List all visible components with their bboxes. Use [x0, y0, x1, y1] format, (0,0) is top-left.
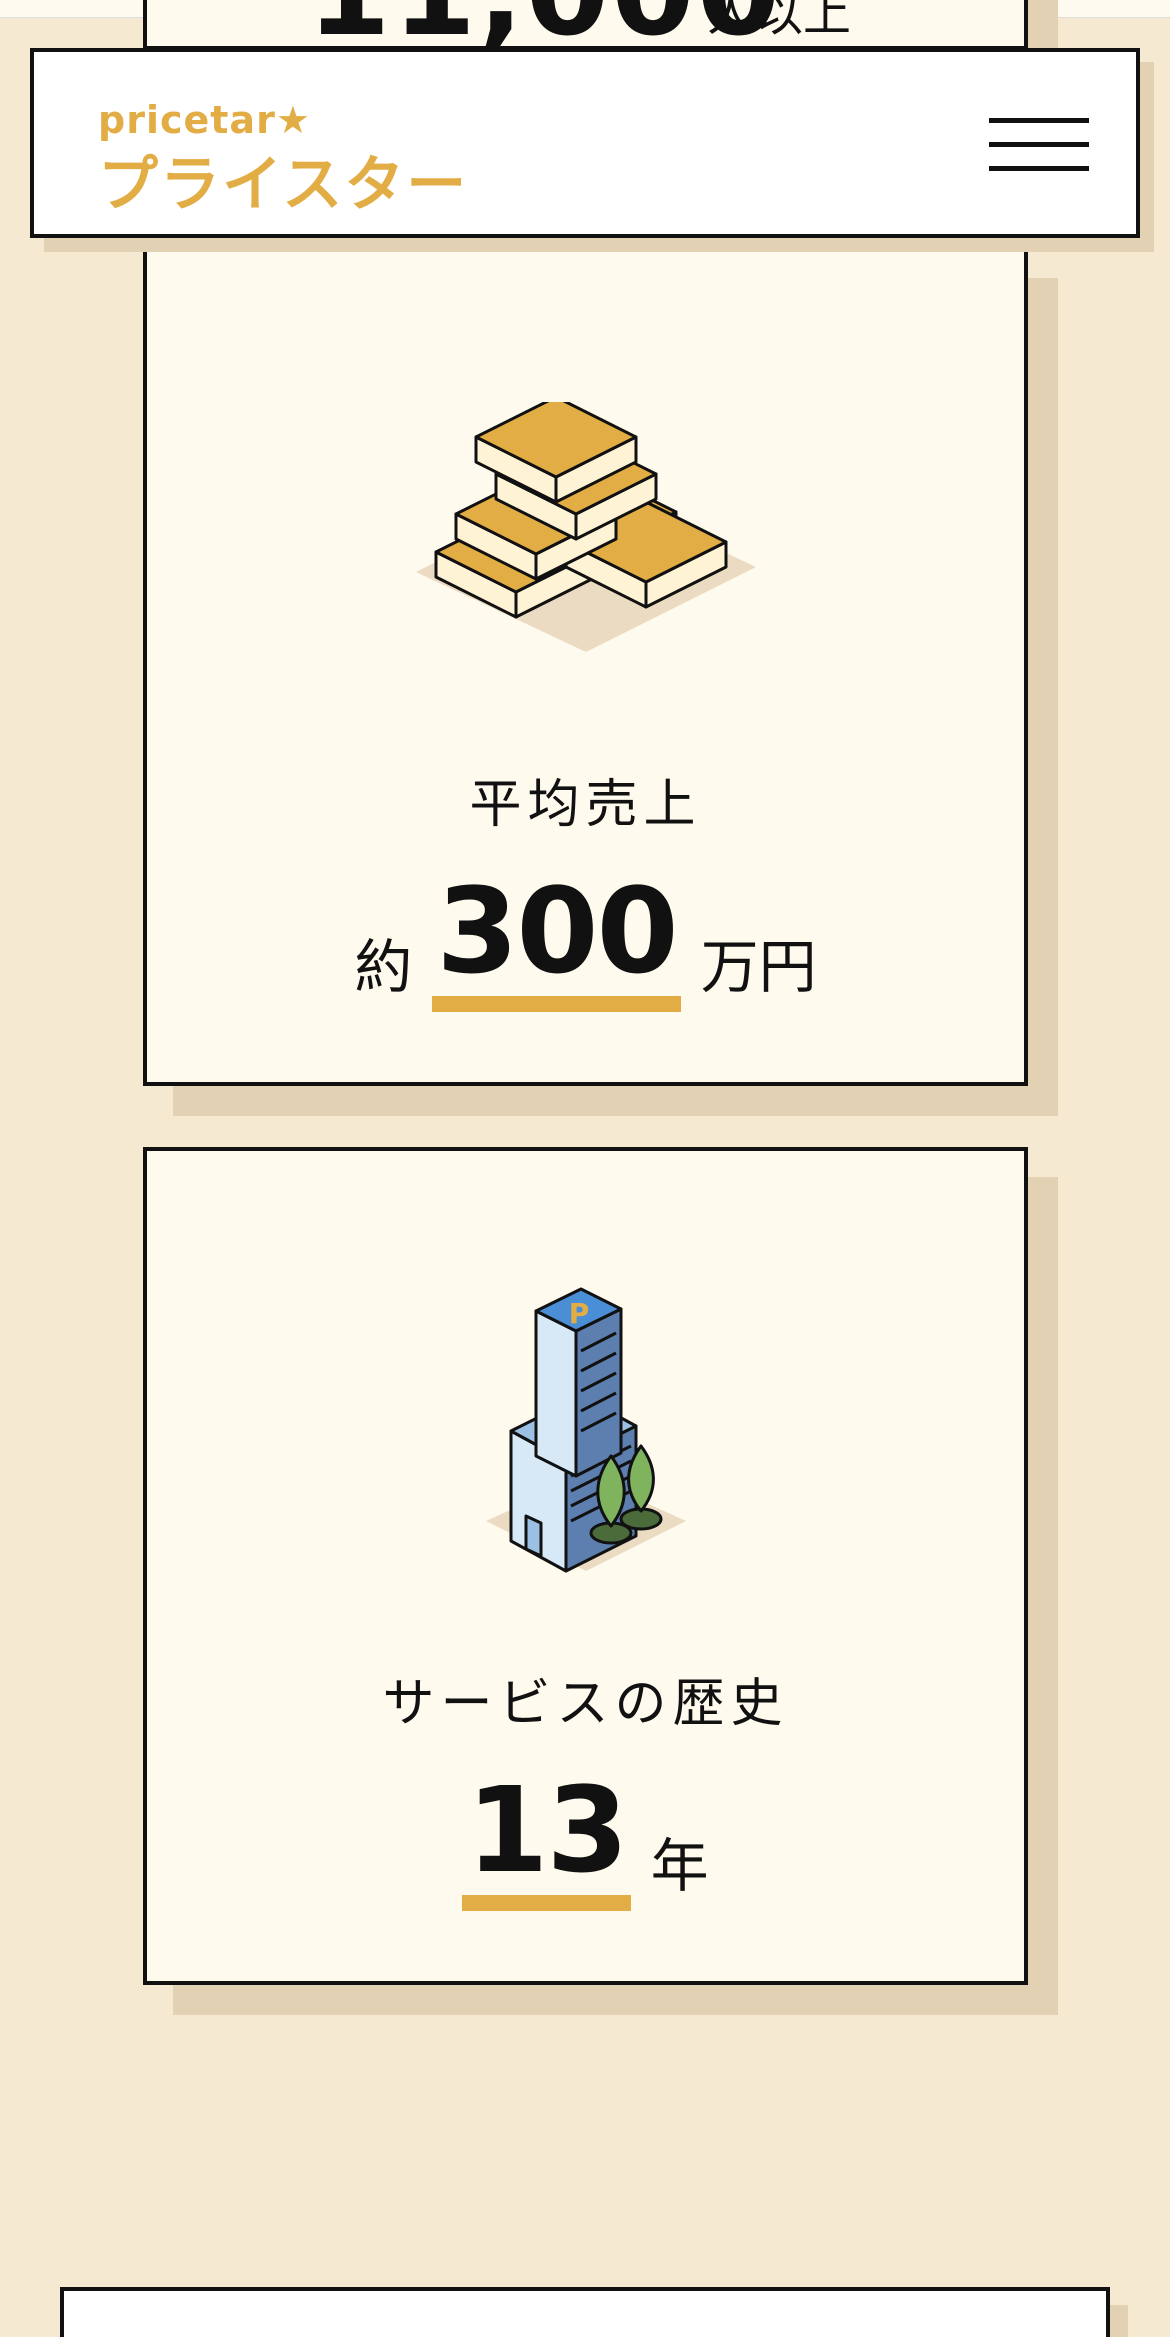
- stat-card-average-sales: 平均売上 約 300 万円: [143, 248, 1028, 1086]
- stat-card-users-partial: 11,000 人以上: [143, 0, 1028, 50]
- hamburger-menu-icon[interactable]: [989, 116, 1089, 176]
- money-stack-icon: [415, 402, 756, 652]
- stat-label: 平均売上: [469, 775, 702, 835]
- stat-value-row: 約 300 万円: [147, 872, 1024, 1012]
- stat-unit-partial: 人以上: [707, 0, 852, 42]
- stat-value: 300: [432, 872, 681, 1012]
- page: 11,000 人以上: [0, 0, 1170, 2337]
- stat-value-row: 13 年: [147, 1771, 1024, 1911]
- stat-value: 13: [462, 1771, 631, 1911]
- next-section-box: [60, 2287, 1110, 2337]
- stat-unit: 年: [650, 1832, 709, 1900]
- stat-card-service-history: P サービスの歴史 13 年: [143, 1147, 1028, 1985]
- site-header: pricetar★ プライスター: [30, 48, 1140, 238]
- stat-label: サービスの歴史: [382, 1674, 789, 1734]
- logo-katakana: プライスター: [98, 150, 469, 220]
- stat-prefix: 約: [354, 933, 413, 1001]
- svg-text:P: P: [568, 1297, 589, 1330]
- office-building-icon: P: [485, 1287, 686, 1573]
- stat-unit: 万円: [700, 933, 817, 1001]
- pricetar-logo[interactable]: pricetar★ プライスター: [98, 98, 518, 220]
